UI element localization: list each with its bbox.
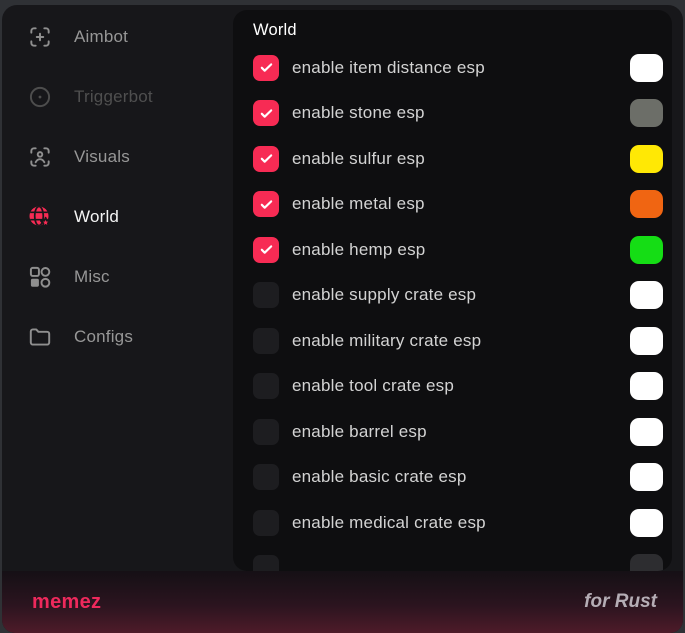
cheat-menu-window: Aimbot Triggerbot	[2, 5, 683, 633]
color-swatch[interactable]	[630, 236, 663, 264]
esp-row	[233, 546, 672, 572]
sidebar-item-world[interactable]: World	[2, 187, 233, 247]
checkbox[interactable]	[253, 510, 279, 536]
checkbox[interactable]	[253, 328, 279, 354]
esp-row: enable barrel esp	[233, 409, 672, 455]
sidebar-item-label: Aimbot	[74, 27, 128, 47]
configs-icon	[27, 324, 53, 350]
checkbox[interactable]	[253, 237, 279, 263]
color-swatch[interactable]	[630, 281, 663, 309]
sidebar: Aimbot Triggerbot	[2, 5, 233, 571]
checkbox[interactable]	[253, 282, 279, 308]
color-swatch[interactable]	[630, 509, 663, 537]
color-swatch[interactable]	[630, 190, 663, 218]
color-swatch[interactable]	[630, 418, 663, 446]
sidebar-item-configs[interactable]: Configs	[2, 307, 233, 367]
esp-option-label: enable barrel esp	[292, 422, 427, 442]
sidebar-item-visuals[interactable]: Visuals	[2, 127, 233, 187]
esp-option-label: enable sulfur esp	[292, 149, 425, 169]
esp-option-label: enable supply crate esp	[292, 285, 476, 305]
color-swatch[interactable]	[630, 99, 663, 127]
color-swatch[interactable]	[630, 372, 663, 400]
footer-bar: memez for Rust	[2, 571, 683, 633]
checkbox[interactable]	[253, 555, 279, 571]
color-swatch[interactable]	[630, 145, 663, 173]
misc-icon	[27, 264, 53, 290]
panel-title: World	[253, 21, 672, 40]
esp-row: enable metal esp	[233, 182, 672, 228]
brand-name: memez	[32, 591, 101, 614]
esp-option-label: enable item distance esp	[292, 58, 485, 78]
world-icon	[27, 204, 53, 230]
esp-row: enable military crate esp	[233, 318, 672, 364]
sidebar-item-misc[interactable]: Misc	[2, 247, 233, 307]
checkbox[interactable]	[253, 191, 279, 217]
esp-option-label: enable hemp esp	[292, 240, 425, 260]
product-name: for Rust	[584, 591, 657, 613]
esp-option-label: enable metal esp	[292, 194, 425, 214]
color-swatch[interactable]	[630, 463, 663, 491]
sidebar-item-label: Visuals	[74, 147, 130, 167]
visuals-icon	[27, 144, 53, 170]
esp-row: enable sulfur esp	[233, 136, 672, 182]
sidebar-item-aimbot[interactable]: Aimbot	[2, 7, 233, 67]
triggerbot-icon	[27, 84, 53, 110]
esp-row-list: enable item distance esp enable stone es…	[233, 45, 672, 571]
color-swatch[interactable]	[630, 554, 663, 571]
esp-option-label: enable tool crate esp	[292, 376, 454, 396]
esp-row: enable hemp esp	[233, 227, 672, 273]
checkbox[interactable]	[253, 146, 279, 172]
aimbot-icon	[27, 24, 53, 50]
esp-option-label: enable stone esp	[292, 103, 425, 123]
sidebar-item-triggerbot[interactable]: Triggerbot	[2, 67, 233, 127]
esp-row: enable basic crate esp	[233, 455, 672, 501]
esp-option-label: enable medical crate esp	[292, 513, 486, 533]
sidebar-item-label: Triggerbot	[74, 87, 153, 107]
checkbox[interactable]	[253, 373, 279, 399]
esp-row: enable tool crate esp	[233, 364, 672, 410]
color-swatch[interactable]	[630, 327, 663, 355]
checkbox[interactable]	[253, 100, 279, 126]
checkbox[interactable]	[253, 55, 279, 81]
esp-option-label: enable basic crate esp	[292, 467, 467, 487]
world-settings-panel: World enable item distance esp enable st…	[233, 10, 672, 571]
esp-row: enable item distance esp	[233, 45, 672, 91]
esp-row: enable stone esp	[233, 91, 672, 137]
esp-row: enable supply crate esp	[233, 273, 672, 319]
checkbox[interactable]	[253, 464, 279, 490]
color-swatch[interactable]	[630, 54, 663, 82]
esp-option-label: enable military crate esp	[292, 331, 481, 351]
sidebar-item-label: Misc	[74, 267, 110, 287]
sidebar-item-label: Configs	[74, 327, 133, 347]
esp-row: enable medical crate esp	[233, 500, 672, 546]
sidebar-item-label: World	[74, 207, 119, 227]
checkbox[interactable]	[253, 419, 279, 445]
